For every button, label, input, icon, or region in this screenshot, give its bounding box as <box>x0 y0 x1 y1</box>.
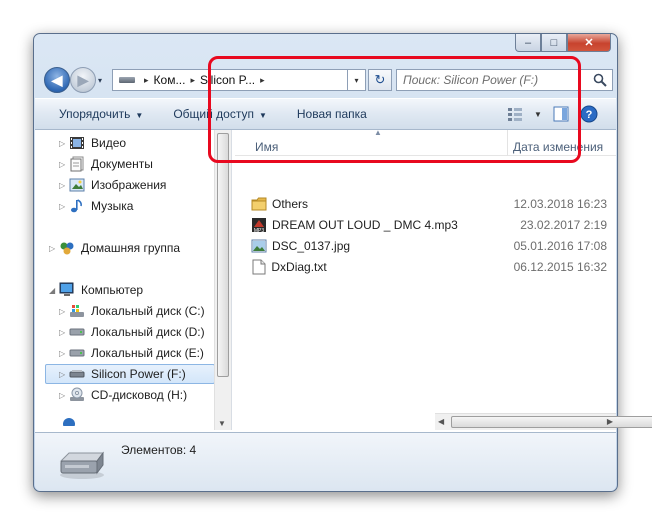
sidebar-item-silicon-power[interactable]: ▷ Silicon Power (F:) <box>45 364 215 384</box>
sidebar-item-label: Музыка <box>91 199 134 213</box>
expand-icon[interactable]: ▷ <box>59 349 69 358</box>
file-name: Others <box>272 196 309 211</box>
text-file-icon <box>251 259 266 275</box>
minimize-button[interactable]: – <box>515 34 541 52</box>
breadcrumb-computer[interactable]: Ком... <box>154 73 186 87</box>
sidebar-item-pictures[interactable]: ▷ Изображения <box>59 175 166 195</box>
file-row-others[interactable]: Others 12.03.2018 16:23 <box>251 193 607 214</box>
sidebar-item-drive-d[interactable]: ▷ Локальный диск (D:) <box>59 322 205 342</box>
horizontal-scrollbar[interactable]: ◀ ▶ <box>435 413 652 430</box>
expand-icon[interactable]: ▷ <box>59 160 69 169</box>
expand-icon[interactable]: ▷ <box>59 181 69 190</box>
sidebar-item-label: Silicon Power (F:) <box>91 367 186 381</box>
video-icon <box>69 135 85 151</box>
item-count: Элементов: 4 <box>121 443 197 457</box>
sidebar-item-music[interactable]: ▷ Музыка <box>59 196 133 216</box>
sidebar-item-drive-e[interactable]: ▷ Локальный диск (E:) <box>59 343 204 363</box>
arrow-right-icon: ▶ <box>77 71 89 88</box>
sidebar-item-network[interactable] <box>61 411 83 430</box>
collapse-icon[interactable]: ◢ <box>49 286 59 295</box>
usb-drive-icon <box>59 451 104 479</box>
window-controls: – □ ✕ <box>515 34 611 52</box>
chevron-down-icon: ▼ <box>135 111 144 120</box>
file-date: 12.03.2018 16:23 <box>513 196 607 211</box>
sidebar-item-label: Локальный диск (E:) <box>91 346 204 360</box>
file-date: 05.01.2016 17:08 <box>513 238 607 253</box>
highlight-annotation <box>208 56 581 163</box>
file-row-mp3[interactable]: MP3 DREAM OUT LOUD _ DMC 4.mp3 23.02.201… <box>251 214 607 235</box>
sidebar-item-homegroup[interactable]: ▷ Домашняя группа <box>49 238 180 258</box>
svg-text:?: ? <box>586 109 593 121</box>
scrollbar-thumb[interactable] <box>451 416 652 428</box>
sidebar-item-drive-c[interactable]: ▷ Локальный диск (C:) <box>59 301 205 321</box>
file-row-jpg[interactable]: DSC_0137.jpg 05.01.2016 17:08 <box>251 235 607 256</box>
network-icon <box>61 413 77 429</box>
arrow-left-icon: ◀ <box>51 71 63 88</box>
file-name: DREAM OUT LOUD _ DMC 4.mp3 <box>272 217 458 232</box>
sidebar-item-computer[interactable]: ◢ Компьютер <box>49 280 143 300</box>
breadcrumb-separator[interactable]: ▸ <box>190 75 195 86</box>
sidebar-item-cd-drive[interactable]: ▷ CD-дисковод (H:) <box>59 385 187 405</box>
navigation-scrollbar[interactable]: ▼ <box>214 130 231 430</box>
sidebar-item-label: Изображения <box>91 178 167 192</box>
drive-icon <box>69 345 85 361</box>
forward-button[interactable]: ▶ <box>70 67 96 93</box>
documents-icon <box>69 156 85 172</box>
breadcrumb-separator[interactable]: ▸ <box>144 75 149 86</box>
details-pane: Элементов: 4 <box>35 432 616 491</box>
sidebar-item-documents[interactable]: ▷ Документы <box>59 154 153 174</box>
expand-icon[interactable]: ▷ <box>59 307 69 316</box>
expand-icon[interactable]: ▷ <box>59 391 69 400</box>
sidebar-item-label: Компьютер <box>81 283 144 297</box>
scroll-down-arrow-icon[interactable]: ▼ <box>218 419 226 428</box>
mp3-file-icon: MP3 <box>251 217 267 233</box>
svg-text:MP3: MP3 <box>254 228 265 233</box>
expand-icon[interactable]: ▷ <box>59 370 69 379</box>
sidebar-item-label: CD-дисковод (H:) <box>91 388 188 402</box>
search-icon <box>593 73 607 87</box>
file-date: 23.02.2017 2:19 <box>520 217 607 232</box>
file-name: DSC_0137.jpg <box>272 238 351 253</box>
help-button[interactable]: ? <box>580 105 598 123</box>
organize-button[interactable]: Упорядочить ▼ <box>59 107 143 121</box>
homegroup-icon <box>59 240 75 256</box>
usb-drive-icon <box>69 366 85 382</box>
sidebar-item-video[interactable]: ▷ Видео <box>59 133 126 153</box>
expand-icon[interactable]: ▷ <box>59 139 69 148</box>
back-button[interactable]: ◀ <box>44 67 70 93</box>
scroll-left-arrow-icon[interactable]: ◀ <box>438 417 444 426</box>
music-icon <box>69 198 85 214</box>
computer-icon <box>59 282 75 298</box>
sidebar-item-label: Видео <box>91 136 127 150</box>
file-date: 06.12.2015 16:32 <box>513 259 607 274</box>
sidebar-item-label: Домашняя группа <box>81 241 181 255</box>
sidebar-item-label: Локальный диск (D:) <box>91 325 205 339</box>
sidebar-item-label: Документы <box>91 157 153 171</box>
expand-icon[interactable]: ▷ <box>49 244 59 253</box>
close-button[interactable]: ✕ <box>567 34 611 52</box>
organize-label: Упорядочить <box>59 107 131 121</box>
content-area: ▷ Видео ▷ Документы ▷ Изображения ▷ Музы… <box>35 128 652 432</box>
scrollbar-thumb[interactable] <box>217 133 229 377</box>
drive-icon <box>69 324 85 340</box>
cd-drive-icon <box>69 387 85 403</box>
navigation-pane: ▷ Видео ▷ Документы ▷ Изображения ▷ Музы… <box>35 130 231 430</box>
system-drive-icon <box>69 303 85 319</box>
recent-pages-button[interactable]: ▾ <box>98 76 102 85</box>
sidebar-item-label: Локальный диск (C:) <box>91 304 205 318</box>
image-file-icon <box>251 238 267 254</box>
file-row-txt[interactable]: DxDiag.txt 06.12.2015 16:32 <box>251 256 607 277</box>
maximize-button[interactable]: □ <box>541 34 567 52</box>
drive-icon <box>119 77 135 83</box>
file-list-pane: ▲ Имя Дата изменения Others 12.03.2018 1… <box>235 128 652 430</box>
pictures-icon <box>69 177 85 193</box>
scroll-right-arrow-icon[interactable]: ▶ <box>607 417 613 426</box>
help-icon: ? <box>580 105 598 123</box>
file-name: DxDiag.txt <box>271 259 327 274</box>
folder-icon <box>251 196 267 212</box>
expand-icon[interactable]: ▷ <box>59 202 69 211</box>
expand-icon[interactable]: ▷ <box>59 328 69 337</box>
